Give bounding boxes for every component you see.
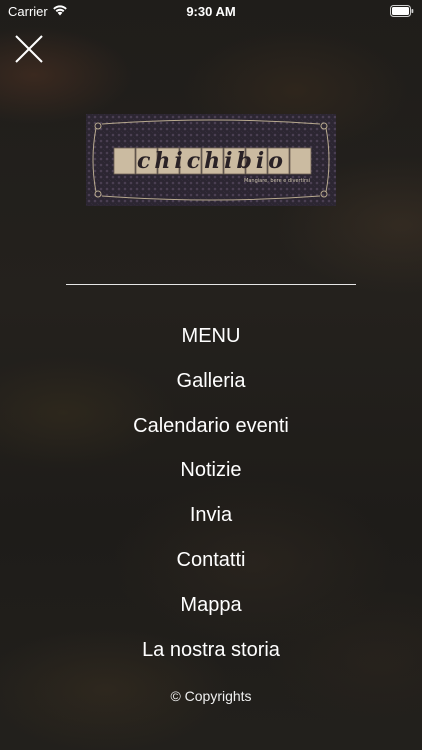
status-time: 9:30 AM xyxy=(186,4,236,19)
menu-item-menu[interactable]: MENU xyxy=(0,314,422,359)
chichibio-logo: chichibio Mangiare, bere e divertirsi xyxy=(86,114,336,206)
menu-item-contatti[interactable]: Contatti xyxy=(0,538,422,583)
battery-icon xyxy=(390,5,414,17)
copyright-text: © Copyrights xyxy=(170,688,252,704)
logo-tagline-text: Mangiare, bere e divertirsi xyxy=(244,178,310,184)
logo-brand-text: chichibio xyxy=(137,148,287,174)
menu-item-la-nostra-storia[interactable]: La nostra storia xyxy=(0,628,422,673)
menu-item-calendario-eventi[interactable]: Calendario eventi xyxy=(0,404,422,449)
navigation-menu: MENU Galleria Calendario eventi Notizie … xyxy=(0,314,422,672)
menu-item-mappa[interactable]: Mappa xyxy=(0,583,422,628)
menu-item-invia[interactable]: Invia xyxy=(0,493,422,538)
menu-item-galleria[interactable]: Galleria xyxy=(0,359,422,404)
menu-item-notizie[interactable]: Notizie xyxy=(0,448,422,493)
close-icon[interactable] xyxy=(14,34,44,64)
menu-divider xyxy=(66,284,356,285)
status-bar: Carrier 9:30 AM xyxy=(0,0,422,24)
